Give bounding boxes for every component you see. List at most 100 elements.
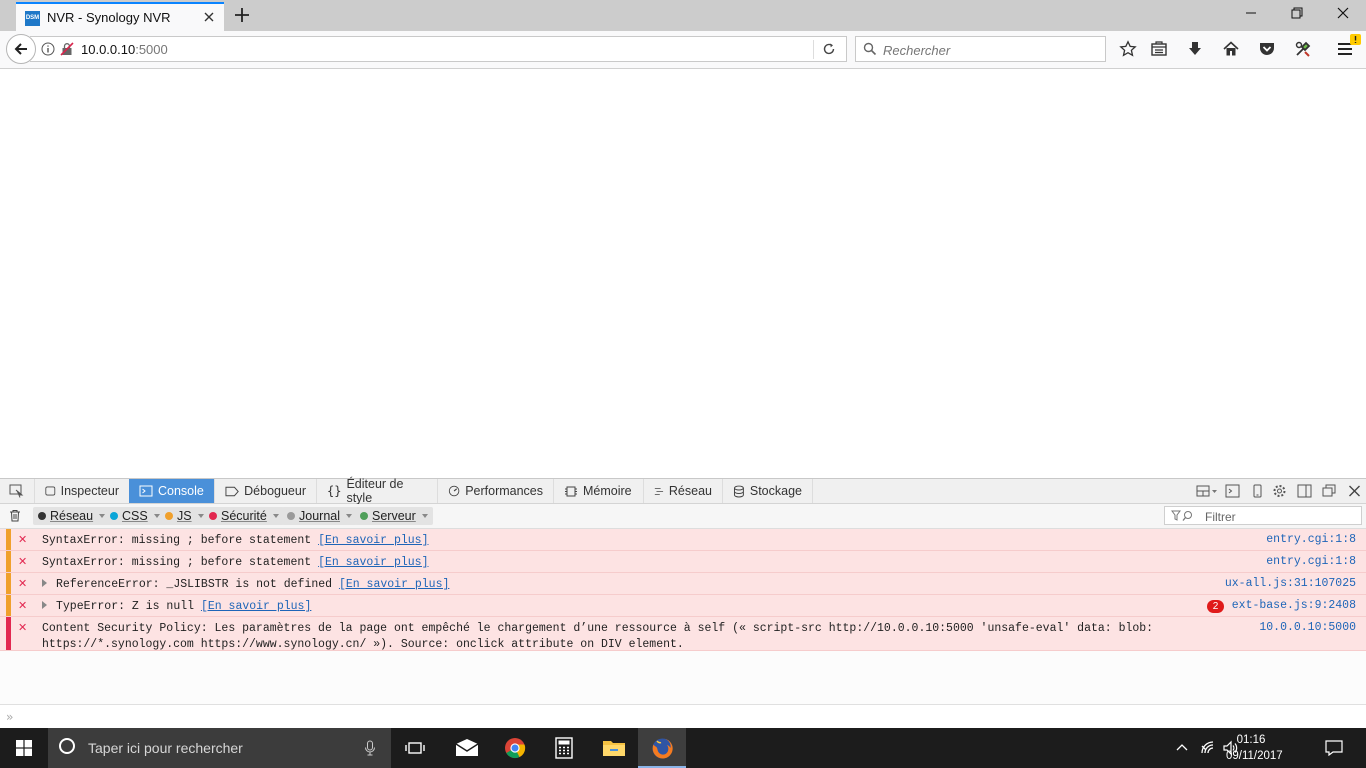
message-text: SyntaxError: missing ; before statement … bbox=[42, 555, 428, 571]
source-location-link[interactable]: entry.cgi:1:8 bbox=[1266, 533, 1356, 546]
responsive-mode-icon[interactable] bbox=[1250, 484, 1265, 498]
storage-icon bbox=[733, 485, 744, 497]
settings-gear-icon[interactable] bbox=[1272, 484, 1287, 498]
tab-style-editor[interactable]: {} Éditeur de style bbox=[316, 477, 437, 505]
filter-css[interactable]: CSS bbox=[105, 507, 165, 525]
message-text: SyntaxError: missing ; before statement … bbox=[42, 533, 428, 549]
console-input[interactable] bbox=[24, 709, 1348, 727]
dock-side-icon[interactable] bbox=[1297, 484, 1312, 498]
learn-more-link[interactable]: [En savoir plus] bbox=[339, 578, 449, 591]
task-view-icon bbox=[405, 742, 425, 754]
element-picker-icon[interactable] bbox=[9, 484, 24, 498]
source-location-link[interactable]: entry.cgi:1:8 bbox=[1266, 555, 1356, 568]
new-tab-plus-icon[interactable] bbox=[233, 6, 251, 24]
filter-color-dot bbox=[209, 512, 217, 520]
repeat-count-badge: 2 bbox=[1207, 600, 1224, 613]
expand-twisty-icon[interactable] bbox=[42, 601, 47, 609]
microphone-icon[interactable] bbox=[364, 740, 376, 756]
learn-more-link[interactable]: [En savoir plus] bbox=[318, 556, 428, 569]
clock-date: 09/11/2017 bbox=[1226, 750, 1283, 762]
clear-console-trash-icon[interactable] bbox=[9, 509, 21, 522]
minimize-window-icon[interactable] bbox=[1244, 6, 1258, 20]
tab-label: Console bbox=[158, 484, 204, 498]
debugger-icon bbox=[225, 486, 239, 496]
separate-window-icon[interactable] bbox=[1322, 484, 1337, 498]
expand-twisty-icon[interactable] bbox=[42, 579, 47, 587]
url-host: 10.0.0.10 bbox=[81, 42, 136, 57]
address-bar[interactable]: 10.0.0.10:5000 bbox=[30, 36, 847, 62]
tab-debugger[interactable]: Débogueur bbox=[214, 479, 316, 503]
windows-taskbar: Taper ici pour rechercher 01:16 09/11/20… bbox=[0, 728, 1366, 768]
mail-envelope-icon bbox=[455, 739, 479, 756]
tab-performance[interactable]: Performances bbox=[437, 479, 553, 503]
tab-memory[interactable]: Mémoire bbox=[553, 479, 643, 503]
home-icon[interactable] bbox=[1222, 40, 1240, 58]
learn-more-link[interactable]: [En savoir plus] bbox=[318, 534, 428, 547]
close-devtools-icon[interactable] bbox=[1347, 484, 1362, 498]
back-arrow-icon bbox=[14, 43, 27, 55]
source-location-link[interactable]: 10.0.0.10:5000 bbox=[1259, 621, 1356, 634]
filter-color-dot bbox=[287, 512, 295, 520]
calculator-icon bbox=[555, 737, 573, 759]
tab-network[interactable]: Réseau bbox=[643, 479, 722, 503]
close-window-icon[interactable] bbox=[1336, 6, 1350, 20]
restore-window-icon[interactable] bbox=[1290, 6, 1304, 20]
taskbar-calculator-app[interactable] bbox=[540, 728, 588, 768]
downloads-arrow-icon[interactable] bbox=[1186, 40, 1204, 58]
bookmarks-library-icon[interactable] bbox=[1150, 40, 1168, 58]
info-icon[interactable] bbox=[41, 42, 55, 56]
filter-network[interactable]: Réseau bbox=[33, 507, 111, 525]
clock-time: 01:16 bbox=[1236, 734, 1266, 746]
filter-server[interactable]: Serveur bbox=[355, 507, 433, 525]
action-center-notification-icon[interactable] bbox=[1325, 740, 1343, 756]
search-input[interactable] bbox=[881, 40, 1100, 60]
close-tab-icon[interactable] bbox=[202, 10, 216, 24]
filter-logging[interactable]: Journal bbox=[282, 507, 357, 525]
extension-tools-icon[interactable] bbox=[1294, 40, 1312, 58]
browser-tab-nvr[interactable]: DSM NVR - Synology NVR bbox=[16, 2, 224, 31]
browser-titlebar: DSM NVR - Synology NVR bbox=[0, 0, 1366, 31]
taskbar-file-explorer-app[interactable] bbox=[589, 728, 637, 768]
start-button[interactable] bbox=[0, 728, 48, 768]
url-text[interactable]: 10.0.0.10:5000 bbox=[81, 42, 168, 57]
taskbar-chrome-app[interactable] bbox=[491, 728, 539, 768]
network-wifi-icon[interactable] bbox=[1200, 740, 1216, 756]
taskbar-mail-app[interactable] bbox=[442, 728, 490, 768]
task-view-button[interactable] bbox=[391, 728, 439, 768]
learn-more-link[interactable]: [En savoir plus] bbox=[201, 600, 311, 613]
insecure-lock-icon[interactable] bbox=[60, 42, 74, 56]
pocket-icon[interactable] bbox=[1258, 40, 1276, 58]
source-location-link[interactable]: ux-all.js:31:107025 bbox=[1225, 577, 1356, 590]
prompt-chevron-icon: » bbox=[6, 710, 14, 724]
console-message[interactable]: ✕ TypeError: Z is null [En savoir plus] … bbox=[0, 595, 1366, 617]
tab-console[interactable]: Console bbox=[129, 479, 214, 503]
filter-security[interactable]: Sécurité bbox=[204, 507, 284, 525]
console-command-line[interactable]: » bbox=[0, 704, 1366, 729]
console-filter-field[interactable] bbox=[1164, 506, 1362, 525]
tab-inspector[interactable]: Inspecteur bbox=[34, 479, 129, 503]
toolbox-layout-dropdown-icon[interactable] bbox=[1196, 484, 1218, 498]
tab-storage[interactable]: Stockage bbox=[722, 479, 813, 503]
back-button[interactable] bbox=[6, 34, 36, 64]
filter-js[interactable]: JS bbox=[160, 507, 209, 525]
console-message[interactable]: ✕ Content Security Policy: Les paramètre… bbox=[0, 617, 1366, 651]
filter-input[interactable] bbox=[1203, 508, 1357, 525]
message-line-1: Content Security Policy: Les paramètres … bbox=[42, 622, 1154, 635]
search-bar[interactable] bbox=[855, 36, 1106, 62]
performance-icon bbox=[448, 485, 460, 497]
console-message[interactable]: ✕ SyntaxError: missing ; before statemen… bbox=[0, 529, 1366, 551]
memory-icon bbox=[565, 486, 577, 496]
console-message[interactable]: ✕ ReferenceError: _JSLIBSTR is not defin… bbox=[0, 573, 1366, 595]
scratchpad-icon[interactable] bbox=[1225, 484, 1240, 498]
filter-label: Réseau bbox=[50, 509, 94, 523]
chevron-down-icon bbox=[272, 514, 279, 518]
taskbar-clock[interactable]: 01:16 09/11/2017 bbox=[1226, 732, 1283, 764]
tray-chevron-up-icon[interactable] bbox=[1175, 740, 1189, 754]
taskbar-search-box[interactable]: Taper ici pour rechercher bbox=[48, 728, 391, 768]
source-location-link[interactable]: ext-base.js:9:2408 bbox=[1232, 599, 1356, 612]
bookmark-star-icon[interactable] bbox=[1119, 40, 1137, 58]
taskbar-firefox-app[interactable] bbox=[638, 728, 686, 768]
console-message[interactable]: ✕ SyntaxError: missing ; before statemen… bbox=[0, 551, 1366, 573]
reload-icon[interactable] bbox=[822, 42, 836, 56]
tab-title: NVR - Synology NVR bbox=[47, 10, 171, 25]
